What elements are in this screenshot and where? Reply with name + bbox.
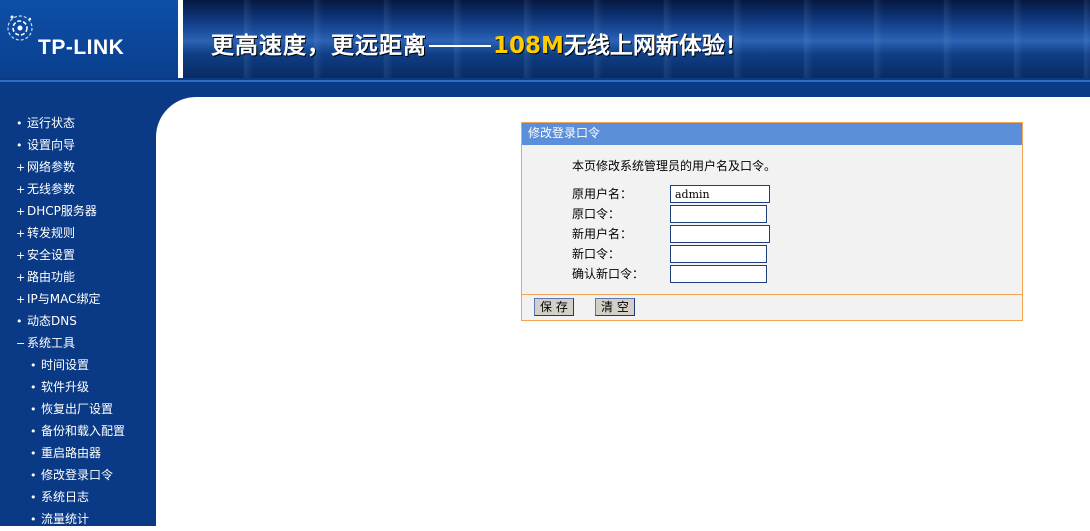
sidebar-item-label: IP与MAC绑定 bbox=[27, 292, 101, 306]
expand-icon: + bbox=[16, 161, 26, 174]
sidebar-subitem-traffic-stats[interactable]: • 流量统计 bbox=[0, 509, 156, 531]
bullet-icon: • bbox=[30, 381, 37, 394]
new-username-label: 新用户名： bbox=[572, 227, 633, 241]
bullet-icon: • bbox=[16, 315, 23, 328]
slogan-part2: 无线上网新体验！ bbox=[563, 33, 748, 59]
bullet-icon: • bbox=[30, 425, 37, 438]
sidebar-item-ddns[interactable]: • 动态DNS bbox=[0, 311, 156, 333]
sidebar-item-system-tools[interactable]: − 系统工具 bbox=[0, 333, 156, 355]
bullet-icon: • bbox=[30, 513, 37, 526]
slogan-part1: 更高速度，更远距离 bbox=[211, 33, 427, 59]
sidebar-item-label: 安全设置 bbox=[27, 248, 76, 262]
sidebar: • 运行状态 • 设置向导 + 网络参数 + 无线参数 + DHCP服务器 + 转发规则 +… bbox=[0, 97, 156, 526]
confirm-password-input[interactable] bbox=[670, 265, 767, 283]
change-password-panel: 修改登录口令 本页修改系统管理员的用户名及口令。 原用户名： 原口令： 新用户名… bbox=[521, 122, 1023, 321]
sidebar-item-label: 设置向导 bbox=[27, 138, 76, 152]
sidebar-item-dhcp[interactable]: + DHCP服务器 bbox=[0, 201, 156, 223]
new-password-input[interactable] bbox=[670, 245, 767, 263]
sidebar-item-label: 动态DNS bbox=[27, 314, 77, 328]
collapse-icon: − bbox=[16, 337, 26, 350]
sidebar-item-label: 流量统计 bbox=[41, 512, 90, 526]
sidebar-subitem-system-log[interactable]: • 系统日志 bbox=[0, 487, 156, 509]
expand-icon: + bbox=[16, 271, 26, 284]
slogan-number: 108M bbox=[493, 33, 564, 59]
sidebar-item-label: 备份和载入配置 bbox=[41, 424, 126, 438]
panel-divider bbox=[522, 294, 1022, 295]
sidebar-subitem-firmware[interactable]: • 软件升级 bbox=[0, 377, 156, 399]
sidebar-item-label: 无线参数 bbox=[27, 182, 76, 196]
bullet-icon: • bbox=[30, 447, 37, 460]
panel-title: 修改登录口令 bbox=[522, 123, 1022, 145]
sidebar-subitem-factory-reset[interactable]: • 恢复出厂设置 bbox=[0, 399, 156, 421]
sidebar-item-wizard[interactable]: • 设置向导 bbox=[0, 135, 156, 157]
header: TP-LINK 更高速度，更远距离 108M无线上网新体验！ bbox=[0, 0, 1090, 97]
bullet-icon: • bbox=[30, 403, 37, 416]
old-username-label: 原用户名： bbox=[572, 187, 633, 201]
sidebar-item-label: DHCP服务器 bbox=[27, 204, 97, 218]
logo-text: TP-LINK bbox=[38, 36, 125, 59]
sidebar-item-label: 运行状态 bbox=[27, 116, 76, 130]
sidebar-item-routing[interactable]: + 路由功能 bbox=[0, 267, 156, 289]
bullet-icon: • bbox=[16, 117, 23, 130]
sidebar-item-wireless[interactable]: + 无线参数 bbox=[0, 179, 156, 201]
sidebar-item-ip-mac-binding[interactable]: + IP与MAC绑定 bbox=[0, 289, 156, 311]
sidebar-item-security[interactable]: + 安全设置 bbox=[0, 245, 156, 267]
sidebar-item-label: 时间设置 bbox=[41, 358, 90, 372]
old-password-label: 原口令： bbox=[572, 207, 621, 221]
bullet-icon: • bbox=[30, 359, 37, 372]
sidebar-item-label: 系统工具 bbox=[27, 336, 76, 350]
sidebar-item-forwarding[interactable]: + 转发规则 bbox=[0, 223, 156, 245]
bullet-icon: • bbox=[16, 139, 23, 152]
bullet-icon: • bbox=[30, 469, 37, 482]
expand-icon: + bbox=[16, 183, 26, 196]
banner: 更高速度，更远距离 108M无线上网新体验！ bbox=[183, 0, 1090, 78]
expand-icon: + bbox=[16, 249, 26, 262]
header-bar-line bbox=[0, 80, 1090, 82]
new-password-label: 新口令： bbox=[572, 247, 621, 261]
sidebar-item-label: 恢复出厂设置 bbox=[41, 402, 114, 416]
confirm-password-label: 确认新口令： bbox=[572, 267, 645, 281]
save-button[interactable]: 保 存 bbox=[534, 298, 574, 316]
bullet-icon: • bbox=[30, 491, 37, 504]
sidebar-item-label: 软件升级 bbox=[41, 380, 90, 394]
sidebar-item-label: 修改登录口令 bbox=[41, 468, 114, 482]
sidebar-menu: • 运行状态 • 设置向导 + 网络参数 + 无线参数 + DHCP服务器 + 转发规则 +… bbox=[0, 113, 156, 531]
sidebar-subitem-change-password[interactable]: • 修改登录口令 bbox=[0, 465, 156, 487]
old-password-input[interactable] bbox=[670, 205, 767, 223]
sidebar-item-status[interactable]: • 运行状态 bbox=[0, 113, 156, 135]
expand-icon: + bbox=[16, 293, 26, 306]
expand-icon: + bbox=[16, 227, 26, 240]
sidebar-subitem-backup[interactable]: • 备份和载入配置 bbox=[0, 421, 156, 443]
sidebar-item-network[interactable]: + 网络参数 bbox=[0, 157, 156, 179]
logo: TP-LINK bbox=[0, 0, 178, 78]
sidebar-item-label: 网络参数 bbox=[27, 160, 76, 174]
old-username-input[interactable] bbox=[670, 185, 770, 203]
sidebar-item-label: 系统日志 bbox=[41, 490, 90, 504]
panel-description: 本页修改系统管理员的用户名及口令。 bbox=[572, 159, 777, 173]
sidebar-subitem-time[interactable]: • 时间设置 bbox=[0, 355, 156, 377]
tp-link-logo-icon bbox=[7, 15, 33, 41]
slogan-dash bbox=[429, 44, 491, 47]
clear-button[interactable]: 清 空 bbox=[595, 298, 635, 316]
sidebar-item-label: 重启路由器 bbox=[41, 446, 102, 460]
sidebar-item-label: 路由功能 bbox=[27, 270, 76, 284]
slogan: 更高速度，更远距离 108M无线上网新体验！ bbox=[211, 26, 748, 60]
expand-icon: + bbox=[16, 205, 26, 218]
sidebar-item-label: 转发规则 bbox=[27, 226, 76, 240]
sidebar-subitem-reboot[interactable]: • 重启路由器 bbox=[0, 443, 156, 465]
new-username-input[interactable] bbox=[670, 225, 770, 243]
